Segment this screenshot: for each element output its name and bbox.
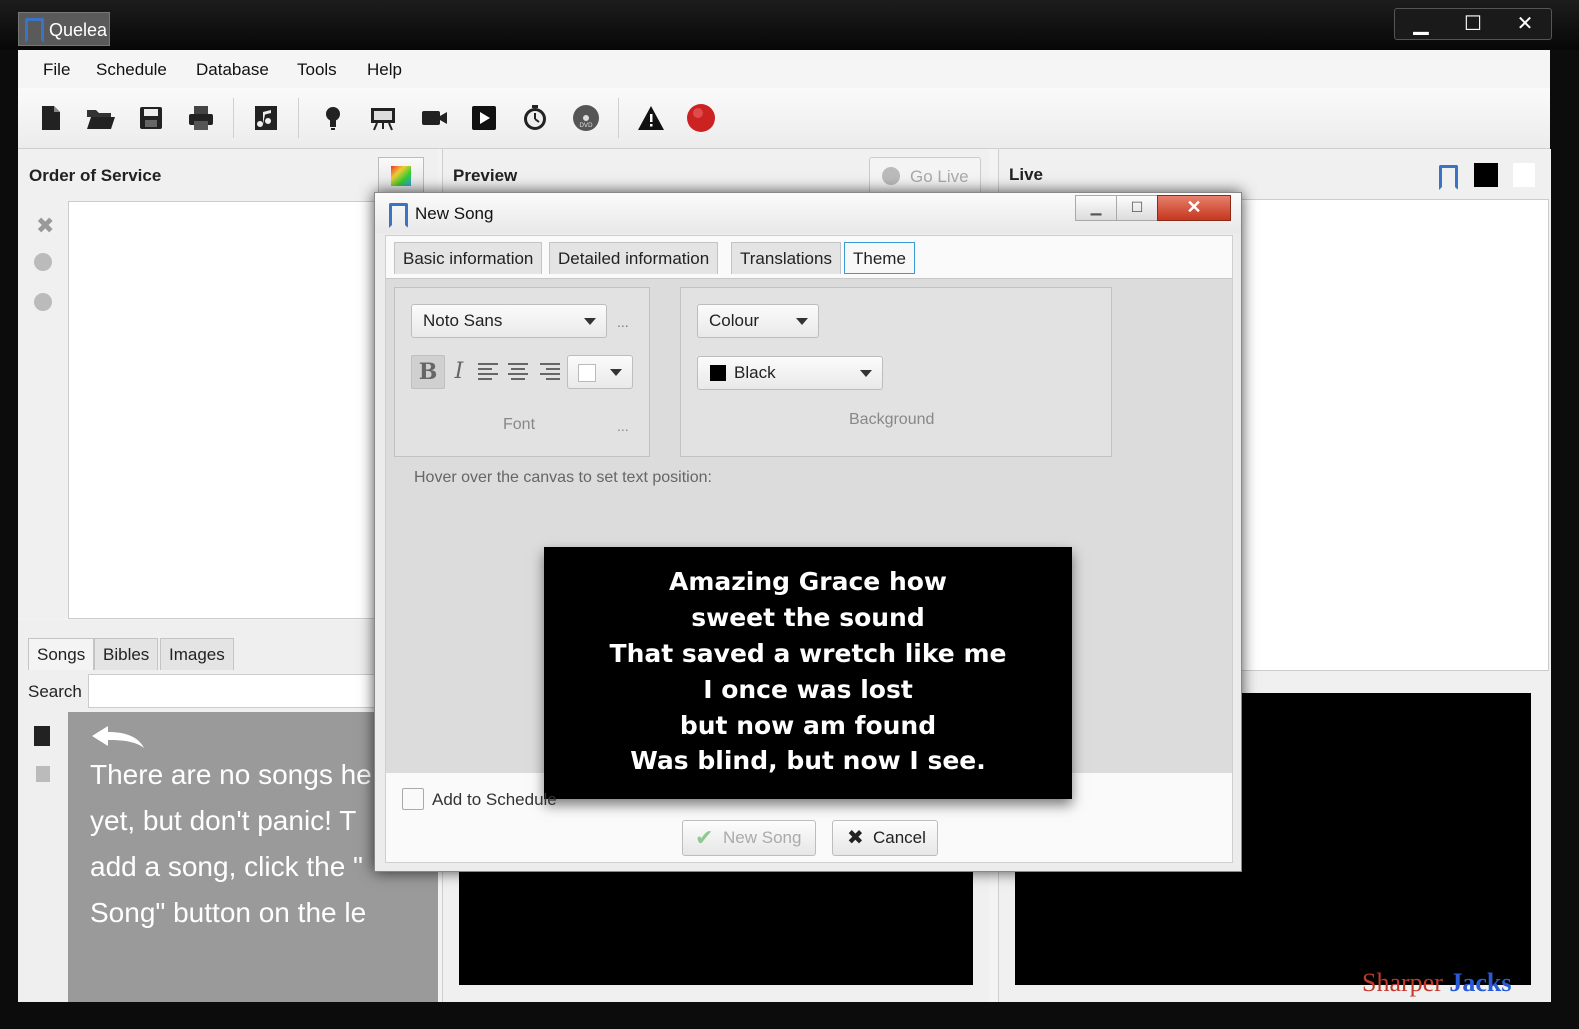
open-schedule-icon[interactable] bbox=[84, 102, 116, 134]
multimedia-icon[interactable] bbox=[468, 102, 500, 134]
app-title-text: Quelea bbox=[49, 20, 108, 40]
check-icon: ✔ bbox=[695, 825, 714, 850]
font-group-label: Font bbox=[503, 416, 536, 433]
clear-screen-button[interactable] bbox=[1513, 163, 1535, 187]
dialog-body: Basic information Detailed information T… bbox=[385, 235, 1233, 863]
delete-song-icon[interactable] bbox=[36, 766, 50, 782]
tab-translations[interactable]: Translations bbox=[731, 242, 841, 274]
preview-title: Preview bbox=[453, 166, 518, 185]
new-song-icon[interactable] bbox=[250, 102, 282, 134]
live-title: Live bbox=[1009, 165, 1044, 184]
toolbar: DVD bbox=[18, 88, 1550, 149]
dialog-minimize-button[interactable]: ▁ bbox=[1075, 195, 1117, 221]
order-of-service-title: Order of Service bbox=[29, 166, 162, 185]
menu-schedule[interactable]: Schedule bbox=[96, 60, 167, 80]
font-group-more[interactable]: ... bbox=[617, 418, 629, 434]
save-schedule-icon[interactable] bbox=[135, 102, 167, 134]
presentation-icon[interactable] bbox=[367, 102, 399, 134]
go-live-button[interactable]: Go Live bbox=[869, 157, 981, 195]
cancel-button[interactable]: ✖ Cancel bbox=[832, 820, 938, 856]
lyric-line: I once was lost bbox=[703, 675, 913, 704]
theme-preview-canvas[interactable]: Amazing Grace how sweet the sound That s… bbox=[544, 547, 1072, 799]
warning-icon[interactable] bbox=[635, 102, 667, 134]
timer-icon[interactable] bbox=[519, 102, 551, 134]
align-center-icon[interactable] bbox=[507, 362, 529, 382]
tab-detailed-information[interactable]: Detailed information bbox=[549, 242, 719, 274]
window-controls: ▁ ☐ ✕ bbox=[1394, 8, 1552, 40]
add-to-schedule-label: Add to Schedule bbox=[432, 790, 557, 809]
menu-file[interactable]: File bbox=[43, 60, 70, 80]
add-to-schedule-checkbox[interactable] bbox=[402, 788, 424, 810]
menu-database[interactable]: Database bbox=[196, 60, 269, 80]
theme-icon bbox=[391, 166, 411, 186]
record-icon[interactable] bbox=[685, 102, 717, 134]
background-group: Colour Black Background bbox=[680, 287, 1112, 457]
background-color-picker[interactable]: Black bbox=[697, 356, 883, 390]
align-right-icon[interactable] bbox=[539, 362, 561, 382]
canvas-hint: Hover over the canvas to set text positi… bbox=[414, 469, 712, 486]
menu-tools[interactable]: Tools bbox=[297, 60, 337, 80]
arrow-left-icon bbox=[92, 726, 144, 748]
dvd-icon[interactable]: DVD bbox=[570, 102, 602, 134]
order-of-service-list[interactable] bbox=[68, 201, 390, 619]
video-icon[interactable] bbox=[418, 102, 450, 134]
bold-button[interactable]: B bbox=[411, 355, 445, 389]
search-input[interactable] bbox=[88, 674, 388, 708]
new-schedule-icon[interactable] bbox=[34, 102, 66, 134]
tab-theme[interactable]: Theme bbox=[844, 242, 915, 274]
italic-button[interactable]: I bbox=[445, 356, 473, 388]
dialog-maximize-button[interactable]: ☐ bbox=[1116, 195, 1158, 221]
background-group-label: Background bbox=[849, 411, 935, 428]
logo-toggle-icon[interactable] bbox=[1439, 165, 1458, 190]
menu-bar: File Schedule Database Tools Help bbox=[18, 50, 1550, 88]
new-song-button[interactable]: ✔ New Song bbox=[682, 820, 816, 856]
move-down-icon[interactable] bbox=[34, 293, 52, 311]
add-song-icon[interactable] bbox=[34, 726, 50, 746]
align-left-icon[interactable] bbox=[477, 362, 499, 382]
font-family-select[interactable]: Noto Sans bbox=[411, 304, 607, 338]
maximize-button[interactable]: ☐ bbox=[1447, 9, 1499, 39]
dialog-window-controls: ▁ ☐ ✕ bbox=[1075, 195, 1231, 221]
font-color-swatch bbox=[578, 364, 596, 382]
svg-text:DVD: DVD bbox=[579, 122, 593, 129]
tab-songs[interactable]: Songs bbox=[28, 638, 95, 670]
menu-help[interactable]: Help bbox=[367, 60, 402, 80]
new-song-dialog: New Song ▁ ☐ ✕ Basic information Detaile… bbox=[374, 192, 1242, 872]
quelea-logo-icon bbox=[25, 18, 44, 43]
font-color-picker[interactable] bbox=[567, 355, 633, 389]
lyric-line: Was blind, but now I see. bbox=[630, 746, 986, 775]
tab-bibles[interactable]: Bibles bbox=[94, 638, 159, 670]
lyric-line: Amazing Grace how bbox=[668, 567, 948, 596]
theme-button[interactable] bbox=[378, 157, 424, 195]
font-more-button[interactable]: ... bbox=[617, 314, 629, 330]
dialog-close-button[interactable]: ✕ bbox=[1157, 195, 1231, 221]
black-screen-button[interactable] bbox=[1474, 163, 1498, 187]
quelea-logo-icon bbox=[389, 203, 408, 228]
move-up-icon[interactable] bbox=[34, 253, 52, 271]
watermark: Sharper Jacks bbox=[1362, 968, 1512, 997]
minimize-button[interactable]: ▁ bbox=[1395, 9, 1447, 39]
lyric-line: That saved a wretch like me bbox=[609, 639, 1007, 668]
tab-basic-information[interactable]: Basic information bbox=[394, 242, 543, 274]
dialog-title: New Song bbox=[415, 204, 494, 223]
font-group: Noto Sans ... B I Font ... bbox=[394, 287, 650, 457]
search-label: Search bbox=[28, 682, 82, 701]
theme-tab-content: Noto Sans ... B I Font ... Colour Black … bbox=[386, 278, 1232, 799]
notice-icon[interactable] bbox=[317, 102, 349, 134]
lyric-line: but now am found bbox=[679, 711, 937, 740]
print-icon[interactable] bbox=[185, 102, 217, 134]
background-color-swatch bbox=[710, 365, 726, 381]
app-title: Quelea bbox=[18, 12, 110, 46]
background-type-select[interactable]: Colour bbox=[697, 304, 819, 338]
lyric-line: sweet the sound bbox=[691, 603, 925, 632]
remove-item-icon[interactable]: ✖ bbox=[36, 213, 54, 239]
tab-images[interactable]: Images bbox=[160, 638, 234, 670]
window-titlebar: Quelea ▁ ☐ ✕ bbox=[0, 0, 1579, 50]
close-button[interactable]: ✕ bbox=[1499, 9, 1551, 39]
dialog-titlebar: New Song ▁ ☐ ✕ bbox=[375, 193, 1241, 233]
play-icon bbox=[882, 167, 900, 185]
cancel-x-icon: ✖ bbox=[847, 827, 864, 849]
